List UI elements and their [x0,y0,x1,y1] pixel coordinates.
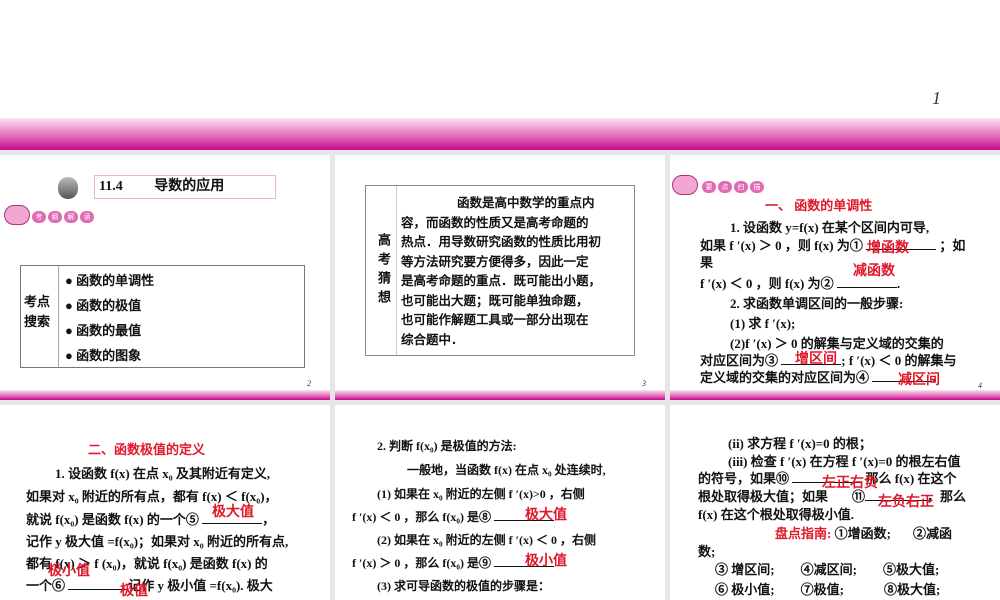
text-line: 1. 设函数 f(x) 在点 x₀ 及其附近有定义, [55,466,271,481]
section-title: 导数的应用 [154,179,225,194]
slide-2[interactable]: 11.4 导数的应用 考纲解读 考点搜索 ● 函数的单调性 ● 函数的极值 ● … [0,155,330,400]
badge-kaogang: 考纲解读 [32,211,94,223]
slide-5[interactable]: 二、函数极值的定义 1. 设函数 f(x) 在点 x₀ 及其附近有定义, 如果对… [0,405,330,600]
text-line: 记作 y 极大值 =f(x₀)；如果对 x₀ 附近的所有点, [26,534,289,549]
answer-6: 极小值 [48,564,90,579]
slide-number: 4 [978,381,982,390]
text-line: 2. 求函数单调区间的一般步骤: [730,296,904,311]
slide-number: 1 [932,88,941,108]
footer-band [0,390,330,400]
guide-line: ⑥ 极小值; ⑦极值; ⑧极大值; [715,582,941,597]
topic-item: ● 函数的极值 [65,298,142,313]
forecast-line: 也可能出大题；既可能单独命题， [401,293,589,308]
badge-yaodian: 要点扫描 [702,181,764,193]
answer-1: 增函数 [867,241,909,256]
slide-number: 2 [307,379,311,388]
footer-band [670,390,1000,400]
text-line: (1) 如果在 x₀ 附近的左侧 f ′(x)>0 ，右侧 [377,487,585,501]
guide-line: 数; [698,544,716,559]
forecast-line: 函数是高中数学的重点内 [457,196,595,210]
slide-3[interactable]: 高考猜想 函数是高中数学的重点内 容，而函数的性质又是高考命题的 热点．用导数研… [335,155,665,400]
answer-9: 极小值 [525,554,567,569]
topic-item: ● 函数的单调性 [65,273,155,288]
text-line: (1) 求 f ′(x); [730,316,796,331]
mascot-icon [672,175,698,195]
forecast-line: 热点．用导数研究函数的性质比用初 [401,235,602,249]
forecast-line: 综合题中． [401,332,464,347]
answer-11: 左负右正 [878,495,934,510]
forecast-line: 容，而函数的性质又是高考命题的 [401,215,589,230]
answer-2: 减函数 [853,264,895,279]
answer-7: 极值 [120,584,148,599]
footer-band [335,390,665,400]
answer-5: 极大值 [212,505,254,520]
guide-line: ③ 增区间; ④减区间; ⑤极大值; [715,562,940,577]
answer-3: 增区间 [795,352,837,367]
text-line: f ′(x) ＜ 0 ，那么 f(x₀) 是⑧ [352,506,554,528]
slide-4[interactable]: 要点扫描 一、 函数的单调性 1. 设函数 y=f(x) 在某个区间内可导, 如… [670,155,1000,400]
text-line: (2) 如果在 x₀ 附近的左侧 f ′(x) ＜ 0 ，右侧 [377,533,596,547]
slide-1[interactable]: 1 [0,0,1000,150]
forecast-table: 高考猜想 函数是高中数学的重点内 容，而函数的性质又是高考命题的 热点．用导数研… [365,185,635,356]
apple-logo-icon [58,177,78,199]
topics-table: 考点搜索 ● 函数的单调性 ● 函数的极值 ● 函数的最值 ● 函数的图象 [20,265,305,368]
topic-item: ● 函数的最值 [65,323,142,338]
slide-6[interactable]: 2. 判断 f(x₀) 是极值的方法: 一般地，当函数 f(x) 在点 x₀ 处… [335,405,665,600]
section-number: 11.4 [99,179,123,194]
topic-item: ● 函数的图象 [65,348,142,363]
forecast-line: 等方法研究要方便得多，因此一定 [401,254,589,269]
answer-4: 减区间 [898,373,940,388]
section-heading: 一、 函数的单调性 [765,198,873,213]
text-line: (3) 求可导函数的极值的步骤是： [377,579,550,593]
text-line: 2. 判断 f(x₀) 是极值的方法: [377,439,517,453]
section-heading: 二、函数极值的定义 [88,442,206,457]
slide-number: 3 [642,379,646,388]
text-line: f ′(x) ＞ 0 ，那么 f(x₀) 是⑨ [352,552,554,574]
mascot-icon [4,205,30,225]
text-line: 如果 f ′(x) ＞ 0 ，则 f(x) 为① ；如 [700,238,966,253]
text-line: 一般地，当函数 f(x) 在点 x₀ 处连续时, [407,463,606,477]
answer-10: 左正右负 [822,476,878,491]
forecast-line: 也可能作解题工具或一部分出现在 [401,313,589,327]
footer-band [0,118,1000,150]
title-box: 11.4 导数的应用 [94,175,276,199]
guide-line: 盘点指南: ①增函数; ②减函 [775,526,952,541]
slide-7[interactable]: (ii) 求方程 f ′(x)=0 的根； (iii) 检查 f ′(x) 在方… [670,405,1000,600]
answer-8: 极大值 [525,508,567,523]
forecast-label: 高考猜想 [366,186,397,355]
text-line: 果 [700,255,714,270]
topics-label: 考点搜索 [21,266,59,367]
forecast-line: 是高考命题的重点．既可能出小题， [401,274,602,288]
